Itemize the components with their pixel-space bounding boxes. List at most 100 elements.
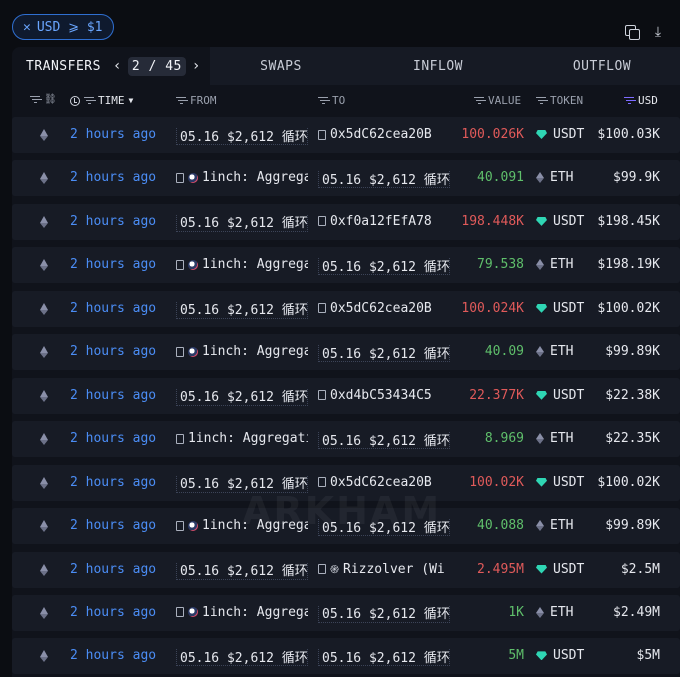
to-cell[interactable]: 0xd4bC53434C5 bbox=[318, 388, 450, 403]
tab-inflow[interactable]: INFLOW bbox=[352, 47, 524, 85]
from-entity[interactable]: 1inch: Aggregation bbox=[176, 344, 308, 359]
table-row[interactable]: 2 hours ago 1inch: Aggregation 05.16 $2,61… bbox=[12, 160, 680, 197]
from-cell[interactable]: 1inch: Aggregation bbox=[176, 605, 308, 620]
from-column-header[interactable]: FROM bbox=[176, 94, 217, 107]
to-cell[interactable]: 05.16 $2,612 循环 bbox=[318, 431, 450, 450]
time-cell[interactable]: 2 hours ago bbox=[70, 214, 166, 229]
to-cell[interactable]: 0x5dC62cea20B bbox=[318, 475, 450, 490]
close-icon[interactable]: ✕ bbox=[23, 20, 31, 35]
chain-filter-header[interactable]: ⛓ bbox=[30, 94, 57, 105]
token-column-header[interactable]: TOKEN bbox=[536, 94, 583, 107]
from-entity[interactable]: 1inch: Aggregation bbox=[176, 605, 308, 620]
table-row[interactable]: 2 hours ago 05.16 $2,612 循环 0xd4bC53434C5 2… bbox=[12, 377, 680, 414]
to-entity[interactable]: 0xd4bC53434C5 bbox=[318, 388, 450, 403]
to-cell[interactable]: 05.16 $2,612 循环 bbox=[318, 648, 450, 667]
download-icon[interactable]: ⤓ bbox=[650, 24, 666, 40]
to-entity[interactable]: 0x5dC62cea20B bbox=[318, 475, 450, 490]
from-entity[interactable]: 1inch: Aggregation bbox=[176, 170, 308, 185]
time-cell[interactable]: 2 hours ago bbox=[70, 431, 166, 446]
to-cell[interactable]: 05.16 $2,612 循环 bbox=[318, 518, 450, 537]
to-entity[interactable]: 05.16 $2,612 循环 bbox=[318, 604, 450, 623]
table-row[interactable]: 2 hours ago 05.16 $2,612 循环 ֍ Rizzolver (Wi… bbox=[12, 551, 680, 588]
from-cell[interactable]: 05.16 $2,612 循环 bbox=[176, 213, 308, 232]
to-entity[interactable]: ֍ Rizzolver (Wi bbox=[318, 562, 450, 577]
table-row[interactable]: 2 hours ago 1inch: Aggregation 05.16 $2,61… bbox=[12, 594, 680, 631]
from-entity[interactable]: 05.16 $2,612 循环 bbox=[176, 127, 308, 145]
from-cell[interactable]: 05.16 $2,612 循环 bbox=[176, 648, 308, 667]
from-cell[interactable]: 05.16 $2,612 循环 bbox=[176, 387, 308, 406]
to-entity[interactable]: 05.16 $2,612 循环 bbox=[318, 170, 450, 189]
table-row[interactable]: 2 hours ago 1inch: Aggregation 05.16 $2,61… bbox=[12, 508, 680, 545]
time-cell[interactable]: 2 hours ago bbox=[70, 257, 166, 272]
to-cell[interactable]: 05.16 $2,612 循环 bbox=[318, 604, 450, 623]
from-entity[interactable]: 1inch: Aggregation bbox=[176, 431, 308, 446]
from-cell[interactable]: 05.16 $2,612 循环 bbox=[176, 561, 308, 580]
time-cell[interactable]: 2 hours ago bbox=[70, 518, 166, 533]
time-cell[interactable]: 2 hours ago bbox=[70, 301, 166, 316]
to-entity[interactable]: 05.16 $2,612 循环 bbox=[318, 257, 450, 276]
time-cell[interactable]: 2 hours ago bbox=[70, 388, 166, 403]
to-cell[interactable]: 0xf0a12fEfA78 bbox=[318, 214, 450, 229]
to-cell[interactable]: 05.16 $2,612 循环 bbox=[318, 170, 450, 189]
time-cell[interactable]: 2 hours ago bbox=[70, 344, 166, 359]
table-row[interactable]: 2 hours ago 05.16 $2,612 循环 0xf0a12fEfA78 1… bbox=[12, 203, 680, 240]
to-entity[interactable]: 05.16 $2,612 循环 bbox=[318, 648, 450, 667]
table-row[interactable]: 2 hours ago 1inch: Aggregation 05.16 $2,61… bbox=[12, 334, 680, 371]
from-cell[interactable]: 05.16 $2,612 循环 bbox=[176, 474, 308, 493]
time-cell[interactable]: 2 hours ago bbox=[70, 648, 166, 663]
to-cell[interactable]: 0x5dC62cea20B bbox=[318, 127, 450, 142]
table-row[interactable]: 2 hours ago 05.16 $2,612 循环 05.16 $2,612 循… bbox=[12, 638, 680, 675]
sort-caret-icon[interactable]: ▼ bbox=[129, 96, 134, 105]
time-column-header[interactable]: TIME ▼ bbox=[70, 94, 133, 107]
page-indicator[interactable]: 2 / 45 bbox=[127, 56, 186, 76]
filter-icon[interactable] bbox=[84, 96, 94, 105]
to-entity[interactable]: 0xf0a12fEfA78 bbox=[318, 214, 450, 229]
to-entity[interactable]: 05.16 $2,612 循环 bbox=[318, 518, 450, 537]
time-cell[interactable]: 2 hours ago bbox=[70, 170, 166, 185]
usd-filter-chip[interactable]: ✕ USD ⩾ $1 bbox=[12, 14, 114, 40]
from-cell[interactable]: 1inch: Aggregation bbox=[176, 431, 308, 446]
to-cell[interactable]: 05.16 $2,612 循环 bbox=[318, 344, 450, 363]
table-row[interactable]: 2 hours ago 05.16 $2,612 循环 0x5dC62cea20B 1… bbox=[12, 117, 680, 153]
to-cell[interactable]: 0x5dC62cea20B bbox=[318, 301, 450, 316]
from-cell[interactable]: 1inch: Aggregation bbox=[176, 518, 308, 533]
copy-icon[interactable] bbox=[624, 24, 640, 40]
to-cell[interactable]: ֍ Rizzolver (Wi bbox=[318, 562, 450, 577]
to-column-header[interactable]: TO bbox=[318, 94, 345, 107]
table-row[interactable]: 2 hours ago 1inch: Aggregation 05.16 $2,61… bbox=[12, 247, 680, 284]
from-cell[interactable]: 05.16 $2,612 循环 bbox=[176, 300, 308, 319]
filter-icon[interactable] bbox=[536, 96, 546, 105]
time-cell[interactable]: 2 hours ago bbox=[70, 562, 166, 577]
to-entity[interactable]: 0x5dC62cea20B bbox=[318, 127, 450, 142]
time-cell[interactable]: 2 hours ago bbox=[70, 475, 166, 490]
from-cell[interactable]: 1inch: Aggregation bbox=[176, 344, 308, 359]
table-row[interactable]: 2 hours ago 1inch: Aggregation 05.16 $2,61… bbox=[12, 421, 680, 458]
usd-column-header[interactable]: USD bbox=[624, 94, 658, 107]
to-entity[interactable]: 05.16 $2,612 循环 bbox=[318, 344, 450, 363]
to-entity[interactable]: 05.16 $2,612 循环 bbox=[318, 431, 450, 450]
time-cell[interactable]: 2 hours ago bbox=[70, 127, 166, 142]
tab-transfers[interactable]: TRANSFERS ‹ 2 / 45 › bbox=[12, 47, 210, 85]
filter-active-icon[interactable] bbox=[624, 96, 634, 105]
chevron-left-icon[interactable]: ‹ bbox=[113, 58, 122, 74]
chevron-right-icon[interactable]: › bbox=[192, 58, 201, 74]
from-entity[interactable]: 1inch: Aggregation bbox=[176, 518, 308, 533]
from-entity[interactable]: 05.16 $2,612 循环 bbox=[176, 300, 308, 319]
link-icon[interactable]: ⛓ bbox=[44, 94, 57, 105]
to-entity[interactable]: 0x5dC62cea20B bbox=[318, 301, 450, 316]
from-entity[interactable]: 05.16 $2,612 循环 bbox=[176, 474, 308, 493]
to-cell[interactable]: 05.16 $2,612 循环 bbox=[318, 257, 450, 276]
time-cell[interactable]: 2 hours ago bbox=[70, 605, 166, 620]
from-entity[interactable]: 1inch: Aggregation bbox=[176, 257, 308, 272]
from-cell[interactable]: 1inch: Aggregation bbox=[176, 170, 308, 185]
filter-icon[interactable] bbox=[474, 96, 484, 105]
filter-icon[interactable] bbox=[176, 96, 186, 105]
from-cell[interactable]: 1inch: Aggregation bbox=[176, 257, 308, 272]
filter-icon[interactable] bbox=[318, 96, 328, 105]
from-entity[interactable]: 05.16 $2,612 循环 bbox=[176, 561, 308, 580]
value-column-header[interactable]: VALUE bbox=[474, 94, 521, 107]
from-entity[interactable]: 05.16 $2,612 循环 bbox=[176, 648, 308, 667]
tab-swaps[interactable]: SWAPS bbox=[210, 47, 352, 85]
from-entity[interactable]: 05.16 $2,612 循环 bbox=[176, 387, 308, 406]
tab-outflow[interactable]: OUTFLOW bbox=[524, 47, 680, 85]
